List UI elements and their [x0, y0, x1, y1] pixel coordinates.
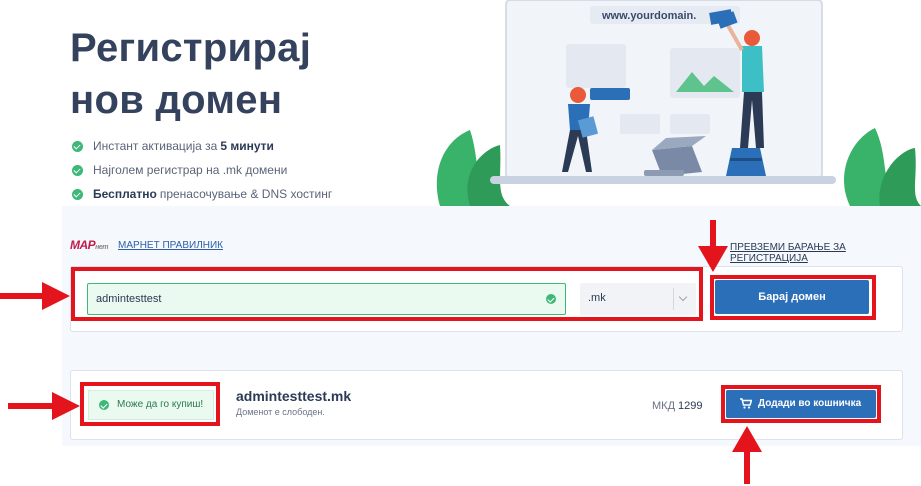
marnet-logo: MAPнет: [70, 238, 109, 252]
feature-item: Бесплатно пренасочување & DNS хостинг: [72, 182, 332, 206]
result-domain-name: admintesttest.mk: [236, 388, 352, 404]
search-domain-button[interactable]: Барај домен: [715, 280, 869, 314]
marnet-rules-link[interactable]: МАРНЕТ ПРАВИЛНИК: [118, 240, 223, 251]
check-circle-icon: [546, 294, 556, 304]
check-circle-icon: [72, 140, 83, 152]
feature-item: Инстант активација за 5 минути: [72, 134, 332, 158]
cart-icon: [740, 398, 752, 409]
check-circle-icon: [72, 164, 83, 176]
check-circle-icon: [72, 188, 83, 200]
feature-highlight: 5 минути: [220, 139, 274, 153]
result-price: МКД 1299: [652, 400, 703, 412]
arrow-right-icon: [8, 392, 80, 420]
arrow-right-icon: [0, 282, 70, 310]
availability-text: Може да го купиш!: [117, 399, 204, 410]
tld-select[interactable]: .mk: [580, 283, 696, 315]
illustration-url-text: www.yourdomain.: [601, 10, 696, 22]
hero-illustration: www.yourdomain.: [436, 0, 921, 206]
feature-highlight: Бесплатно: [93, 187, 157, 201]
add-to-cart-button[interactable]: Додади во кошничка: [726, 390, 876, 418]
page-title: Регистрирај нов домен: [70, 22, 311, 126]
result-domain-subtitle: Доменот е слободен.: [236, 407, 325, 417]
arrow-down-icon: [698, 220, 728, 272]
feature-text: Најголем регистрар на .mk домени: [93, 163, 288, 177]
select-divider: [673, 288, 674, 310]
feature-text: Инстант активација за: [93, 139, 218, 153]
price-value: 1299: [678, 400, 703, 412]
arrow-up-icon: [732, 426, 762, 484]
availability-badge: Може да го купиш!: [88, 390, 214, 420]
feature-list: Инстант активација за 5 минути Најголем …: [72, 134, 332, 206]
page-title-line1: Регистрирај: [70, 26, 312, 70]
download-registration-request-link[interactable]: ПРЕВЗЕМИ БАРАЊЕ ЗА РЕГИСТРАЦИЈА: [730, 242, 921, 264]
add-to-cart-label: Додади во кошничка: [758, 398, 862, 409]
domain-search-input[interactable]: admintesttest: [87, 283, 566, 315]
page-title-line2: нов домен: [70, 78, 283, 122]
price-currency: МКД: [652, 400, 676, 412]
marnet-row: MAPнет МАРНЕТ ПРАВИЛНИК: [70, 238, 223, 252]
feature-text: пренасочување & DNS хостинг: [159, 187, 333, 201]
feature-item: Најголем регистрар на .mk домени: [72, 158, 332, 182]
check-circle-icon: [99, 400, 109, 410]
